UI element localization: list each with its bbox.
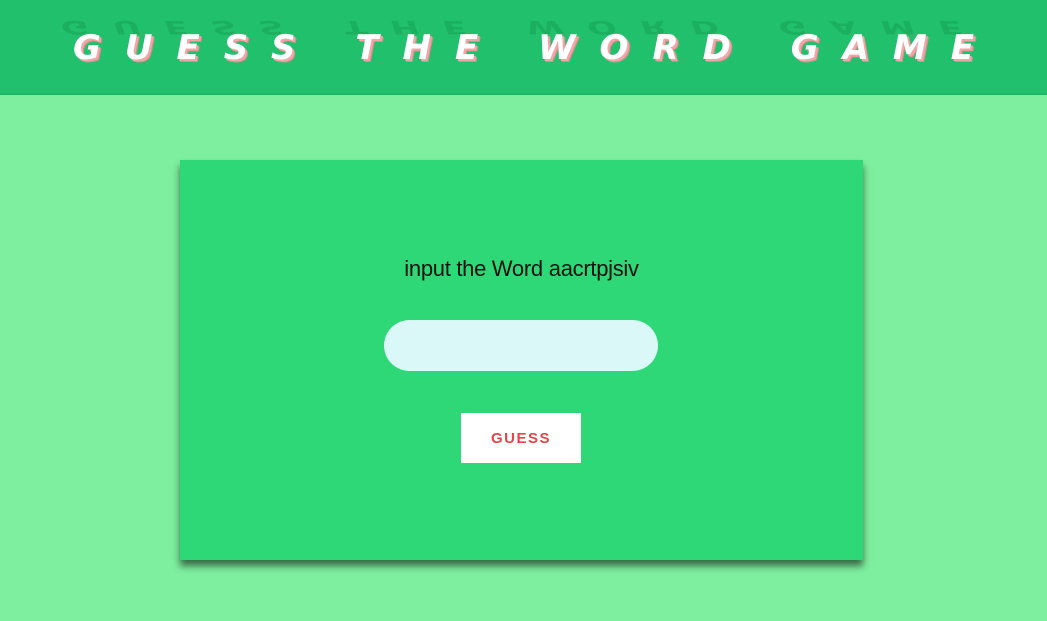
title-container: GUESS THE WORD GAME [0, 22, 1047, 92]
scrambled-word: aacrtpjsiv [548, 256, 639, 281]
game-card: input the Word aacrtpjsiv GUESS [180, 160, 863, 560]
guess-button[interactable]: GUESS [461, 413, 581, 463]
word-prompt: input the Word aacrtpjsiv [180, 256, 863, 282]
game-title: GUESS THE WORD GAME [73, 28, 998, 68]
guess-input[interactable] [384, 320, 658, 371]
prompt-label: input the Word [404, 256, 543, 281]
header-bar: GUESS THE WORD GAME GUESS THE WORD GAME [0, 0, 1047, 95]
